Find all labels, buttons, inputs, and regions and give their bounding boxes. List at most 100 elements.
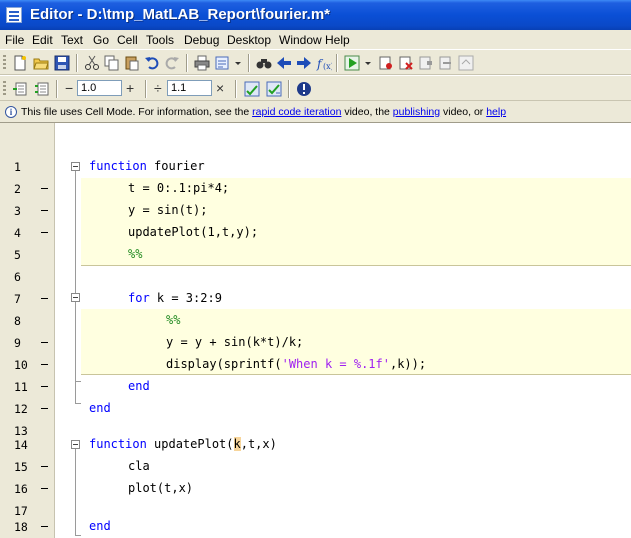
executable-line-marker[interactable] bbox=[41, 408, 48, 409]
highlighted-variable: k bbox=[233, 437, 241, 451]
executable-line-marker[interactable] bbox=[41, 298, 48, 299]
step-out-icon[interactable] bbox=[458, 55, 474, 71]
code-line[interactable]: 14 function updatePlot(k,t,x) bbox=[0, 434, 631, 456]
executable-line-marker[interactable] bbox=[41, 210, 48, 211]
menu-tools[interactable]: Tools bbox=[146, 33, 174, 47]
code-token: updatePlot( bbox=[146, 437, 234, 451]
line-number: 5 bbox=[14, 248, 21, 262]
code-line[interactable]: 10 display(sprintf('When k = %.1f',k)); bbox=[0, 354, 631, 376]
toolbar-separator bbox=[336, 54, 338, 72]
insert-cell-divider-icon[interactable] bbox=[12, 81, 28, 97]
menu-cell[interactable]: Cell bbox=[117, 33, 138, 47]
code-text: function updatePlot(k,t,x) bbox=[89, 437, 277, 451]
step-icon[interactable] bbox=[418, 55, 434, 71]
code-line[interactable]: 9 y = y + sin(k*t)/k; bbox=[0, 332, 631, 354]
line-number: 18 bbox=[14, 520, 28, 534]
code-line[interactable]: 2 t = 0:.1:pi*4; bbox=[0, 178, 631, 200]
line-number: 4 bbox=[14, 226, 21, 240]
print-icon[interactable] bbox=[194, 55, 210, 71]
toolbar-grip[interactable] bbox=[3, 55, 6, 70]
arrow-left-icon[interactable] bbox=[276, 55, 292, 71]
line-number: 6 bbox=[14, 270, 21, 284]
menu-window[interactable]: Window bbox=[279, 33, 322, 47]
menu-text[interactable]: Text bbox=[61, 33, 83, 47]
keyword: for bbox=[128, 291, 150, 305]
keyword: end bbox=[89, 519, 111, 533]
paste-icon[interactable] bbox=[124, 55, 140, 71]
executable-line-marker[interactable] bbox=[41, 488, 48, 489]
run-icon[interactable] bbox=[344, 55, 360, 71]
menu-go[interactable]: Go bbox=[93, 33, 109, 47]
decrement-value-input[interactable]: 1.0 bbox=[77, 80, 122, 96]
function-icon[interactable]: f(x) bbox=[316, 55, 332, 71]
code-text: for k = 3:2:9 bbox=[128, 291, 222, 305]
show-cell-titles-icon[interactable] bbox=[296, 81, 312, 97]
toolbar-separator bbox=[235, 80, 237, 98]
chevron-down-icon[interactable] bbox=[360, 55, 376, 71]
set-breakpoint-icon[interactable] bbox=[378, 55, 394, 71]
menu-desktop[interactable]: Desktop bbox=[227, 33, 271, 47]
keyword: end bbox=[89, 401, 111, 415]
divide-value-input[interactable]: 1.1 bbox=[167, 80, 212, 96]
code-text: display(sprintf('When k = %.1f',k)); bbox=[166, 357, 426, 371]
code-line[interactable]: 1 function fourier bbox=[0, 156, 631, 178]
code-token: fourier bbox=[146, 159, 205, 173]
string-literal: 'When k = %.1f' bbox=[281, 357, 390, 371]
editor-area[interactable] bbox=[0, 123, 631, 155]
executable-line-marker[interactable] bbox=[41, 526, 48, 527]
line-number: 9 bbox=[14, 336, 21, 350]
help-link[interactable]: help bbox=[486, 106, 506, 118]
toolbar-separator bbox=[288, 80, 290, 98]
multiply-button[interactable]: × bbox=[216, 80, 224, 96]
code-line[interactable]: 4 updatePlot(1,t,y); bbox=[0, 222, 631, 244]
decrement-button[interactable]: − bbox=[65, 80, 73, 96]
code-line[interactable]: 7 for k = 3:2:9 bbox=[0, 288, 631, 310]
executable-line-marker[interactable] bbox=[41, 466, 48, 467]
find-icon[interactable] bbox=[256, 55, 272, 71]
undo-icon[interactable] bbox=[144, 55, 160, 71]
open-folder-icon[interactable] bbox=[33, 55, 49, 71]
menu-debug[interactable]: Debug bbox=[184, 33, 219, 47]
chevron-down-icon[interactable] bbox=[230, 55, 246, 71]
evaluate-cell-icon[interactable] bbox=[244, 81, 260, 97]
divide-button[interactable]: ÷ bbox=[154, 80, 162, 96]
editor-window-icon bbox=[6, 7, 22, 23]
save-icon[interactable] bbox=[54, 55, 70, 71]
redo-icon[interactable] bbox=[164, 55, 180, 71]
main-toolbar: f(x) bbox=[0, 49, 631, 75]
menu-file[interactable]: File bbox=[5, 33, 24, 47]
code-line[interactable]: 3 y = sin(t); bbox=[0, 200, 631, 222]
code-line[interactable]: 18 end bbox=[0, 516, 631, 538]
code-line[interactable]: 11 end bbox=[0, 376, 631, 398]
arrow-right-icon[interactable] bbox=[296, 55, 312, 71]
evaluate-and-advance-icon[interactable] bbox=[266, 81, 282, 97]
code-line[interactable]: 6 bbox=[0, 266, 631, 288]
line-number: 12 bbox=[14, 402, 28, 416]
publishing-link[interactable]: publishing bbox=[393, 106, 440, 118]
menu-help[interactable]: Help bbox=[325, 33, 350, 47]
code-line[interactable]: 12 end bbox=[0, 398, 631, 420]
cut-icon[interactable] bbox=[84, 55, 100, 71]
title-bar[interactable]: Editor - D:\tmp_MatLAB_Report\fourier.m* bbox=[0, 0, 631, 30]
menu-edit[interactable]: Edit bbox=[32, 33, 53, 47]
executable-line-marker[interactable] bbox=[41, 364, 48, 365]
executable-line-marker[interactable] bbox=[41, 232, 48, 233]
line-number: 15 bbox=[14, 460, 28, 474]
rapid-code-iteration-link[interactable]: rapid code iteration bbox=[252, 106, 341, 118]
step-in-icon[interactable] bbox=[438, 55, 454, 71]
new-file-icon[interactable] bbox=[12, 55, 28, 71]
toolbar-grip[interactable] bbox=[3, 81, 6, 96]
copy-icon[interactable] bbox=[104, 55, 120, 71]
executable-line-marker[interactable] bbox=[41, 342, 48, 343]
increment-button[interactable]: + bbox=[126, 80, 134, 96]
executable-line-marker[interactable] bbox=[41, 386, 48, 387]
code-line[interactable]: 16 plot(t,x) bbox=[0, 478, 631, 500]
clear-breakpoints-icon[interactable] bbox=[398, 55, 414, 71]
code-line[interactable]: 15 cla bbox=[0, 456, 631, 478]
cell-mode-info-bar: i This file uses Cell Mode. For informat… bbox=[0, 102, 631, 123]
code-line[interactable]: 5 %% bbox=[0, 244, 631, 266]
code-line[interactable]: 8 %% bbox=[0, 310, 631, 332]
publish-icon[interactable] bbox=[214, 55, 230, 71]
executable-line-marker[interactable] bbox=[41, 188, 48, 189]
remove-cell-divider-icon[interactable] bbox=[34, 81, 50, 97]
